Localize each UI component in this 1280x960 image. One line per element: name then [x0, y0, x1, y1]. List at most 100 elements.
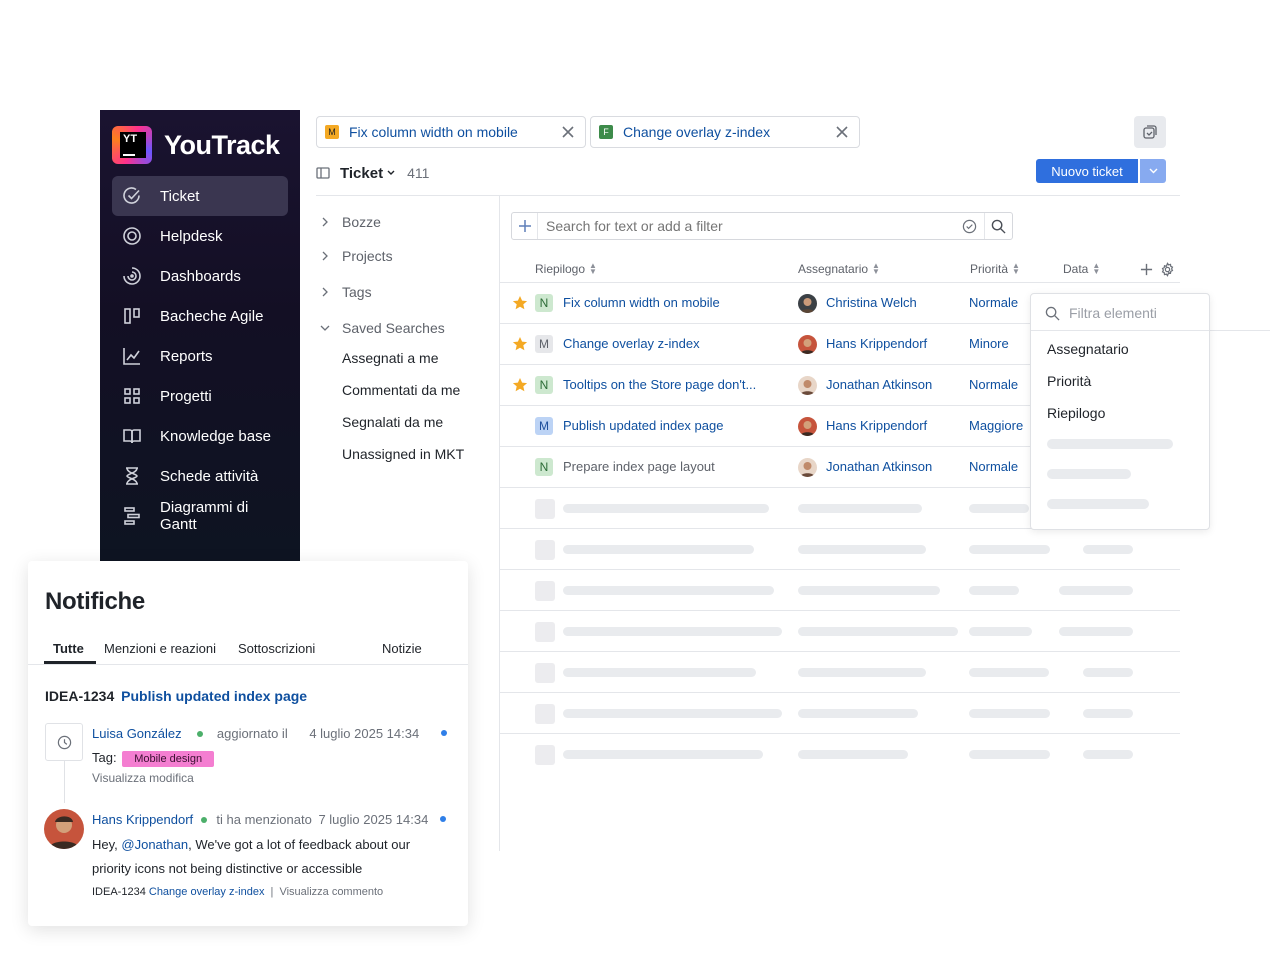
assignee-link[interactable]: Jonathan Atkinson: [826, 377, 932, 392]
tab-mentions[interactable]: Menzioni e reazioni: [104, 641, 216, 656]
priority-value[interactable]: Normale: [969, 377, 1018, 392]
notification-issue-header: IDEA-1234 Publish updated index page: [45, 688, 307, 704]
star-icon[interactable]: [512, 377, 528, 393]
placeholder-row: [500, 529, 1180, 570]
sidebar-item-ticket[interactable]: Ticket: [112, 176, 288, 216]
tag-label: Tag:: [92, 750, 117, 765]
issue-title-link[interactable]: Publish updated index page: [121, 688, 307, 704]
mention-text-line1: Hey, @Jonathan, We've got a lot of feedb…: [92, 837, 410, 852]
filter-bozze[interactable]: Bozze: [320, 214, 381, 230]
tag-badge[interactable]: Mobile design: [122, 751, 215, 767]
priority-value[interactable]: Minore: [969, 336, 1009, 351]
search-button[interactable]: [984, 213, 1012, 239]
plus-icon[interactable]: [1140, 263, 1153, 276]
issue-summary[interactable]: Fix column width on mobile: [563, 295, 720, 310]
dropdown-option[interactable]: Assegnatario: [1047, 341, 1129, 357]
column-header-summary[interactable]: Riepilogo ▲ ▼: [535, 262, 597, 277]
mention-time: 7 luglio 2025 14:34: [318, 812, 429, 827]
user-link[interactable]: Hans Krippendorf: [92, 812, 193, 827]
chevron-down-icon[interactable]: [387, 170, 395, 176]
ref-issue-link[interactable]: Change overlay z-index: [149, 886, 265, 898]
dropdown-option[interactable]: Riepilogo: [1047, 405, 1105, 421]
sidebar-item-agile-boards[interactable]: Bacheche Agile: [112, 296, 288, 336]
skeleton: [1083, 709, 1133, 718]
assignee-link[interactable]: Christina Welch: [826, 295, 917, 310]
issue-summary[interactable]: Tooltips on the Store page don't...: [563, 377, 756, 392]
sidebar-item-helpdesk[interactable]: Helpdesk: [112, 216, 288, 256]
column-header-date[interactable]: Data ▲ ▼: [1063, 261, 1101, 277]
issue-summary[interactable]: Publish updated index page: [563, 418, 723, 433]
skeleton: [798, 586, 940, 595]
mention-user-link[interactable]: @Jonathan: [121, 837, 188, 852]
close-icon[interactable]: [835, 125, 849, 139]
user-link[interactable]: Luisa González: [92, 726, 182, 741]
ticket-count: 411: [407, 165, 430, 181]
avatar: [798, 335, 817, 354]
panel-toggle-icon[interactable]: [316, 167, 330, 179]
tab-subscriptions[interactable]: Sottoscrizioni: [238, 641, 315, 656]
close-icon[interactable]: [561, 125, 575, 139]
skeleton: [798, 545, 926, 554]
column-header-assignee[interactable]: Assegnatario ▲ ▼: [798, 262, 880, 277]
skeleton: [563, 668, 756, 677]
sidebar-item-gantt[interactable]: Diagrammi di Gantt: [112, 496, 288, 536]
new-ticket-dropdown[interactable]: [1140, 159, 1166, 183]
placeholder-row: [500, 611, 1180, 652]
sidebar-item-reports[interactable]: Reports: [112, 336, 288, 376]
skeleton: [535, 540, 555, 560]
sidebar-item-projects[interactable]: Progetti: [112, 376, 288, 416]
add-filter-button[interactable]: [512, 213, 538, 239]
tab-all[interactable]: Tutte: [53, 641, 84, 656]
skeleton: [563, 545, 754, 554]
saved-search-item[interactable]: Assegnati a me: [342, 350, 439, 366]
view-change-link[interactable]: Visualizza modifica: [92, 771, 194, 785]
priority-value[interactable]: Maggiore: [969, 418, 1023, 433]
issue-summary[interactable]: Change overlay z-index: [563, 336, 700, 351]
chevron-down-icon: [1149, 168, 1157, 174]
copy-button[interactable]: [1134, 116, 1166, 148]
gear-icon[interactable]: [1160, 262, 1175, 277]
tab-change-overlay[interactable]: F Change overlay z-index: [590, 116, 860, 148]
assignee-link[interactable]: Jonathan Atkinson: [826, 459, 932, 474]
star-icon[interactable]: [512, 336, 528, 352]
placeholder-row: [500, 693, 1180, 734]
issue-summary[interactable]: Prepare index page layout: [563, 459, 715, 474]
priority-value[interactable]: Normale: [969, 295, 1018, 310]
assignee-link[interactable]: Hans Krippendorf: [826, 336, 927, 351]
tab-news[interactable]: Notizie: [382, 641, 422, 656]
filter-saved-searches[interactable]: Saved Searches: [320, 320, 445, 336]
skeleton: [969, 586, 1019, 595]
skeleton: [1083, 668, 1133, 677]
column-label: Assegnatario: [798, 262, 869, 276]
mention-text: , We've got a lot of feedback about our: [188, 837, 411, 852]
dropdown-filter[interactable]: Filtra elementi: [1045, 305, 1157, 321]
new-ticket-button[interactable]: Nuovo ticket: [1036, 159, 1138, 183]
column-label: Data: [1063, 262, 1089, 276]
sidebar-item-knowledge-base[interactable]: Knowledge base: [112, 416, 288, 456]
gantt-icon: [122, 506, 142, 526]
dropdown-option[interactable]: Priorità: [1047, 373, 1091, 389]
column-header-priority[interactable]: Priorità ▲ ▼: [970, 262, 1020, 277]
priority-value[interactable]: Normale: [969, 459, 1018, 474]
sidebar-item-timesheets[interactable]: Schede attività: [112, 456, 288, 496]
view-comment-link[interactable]: Visualizza commento: [279, 886, 383, 898]
skeleton: [1059, 586, 1133, 595]
search-input[interactable]: [546, 218, 954, 234]
youtrack-logo[interactable]: YT YouTrack: [112, 126, 280, 164]
filter-tags[interactable]: Tags: [320, 284, 372, 300]
check-circle-icon: [962, 219, 976, 233]
star-icon[interactable]: [512, 295, 528, 311]
filter-projects[interactable]: Projects: [320, 248, 393, 264]
page-title[interactable]: Ticket: [340, 165, 383, 182]
assignee-link[interactable]: Hans Krippendorf: [826, 418, 927, 433]
saved-search-item[interactable]: Segnalati da me: [342, 414, 443, 430]
skeleton: [535, 622, 555, 642]
sidebar-item-dashboards[interactable]: Dashboards: [112, 256, 288, 296]
sort-icon: ▲ ▼: [1092, 261, 1101, 276]
saved-search-item[interactable]: Unassigned in MKT: [342, 446, 464, 462]
saved-search-item[interactable]: Commentati da me: [342, 382, 460, 398]
save-search-button[interactable]: [954, 219, 984, 234]
tab-fix-column-width[interactable]: M Fix column width on mobile: [316, 116, 586, 148]
skeleton: [563, 627, 782, 636]
skeleton: [1059, 627, 1133, 636]
